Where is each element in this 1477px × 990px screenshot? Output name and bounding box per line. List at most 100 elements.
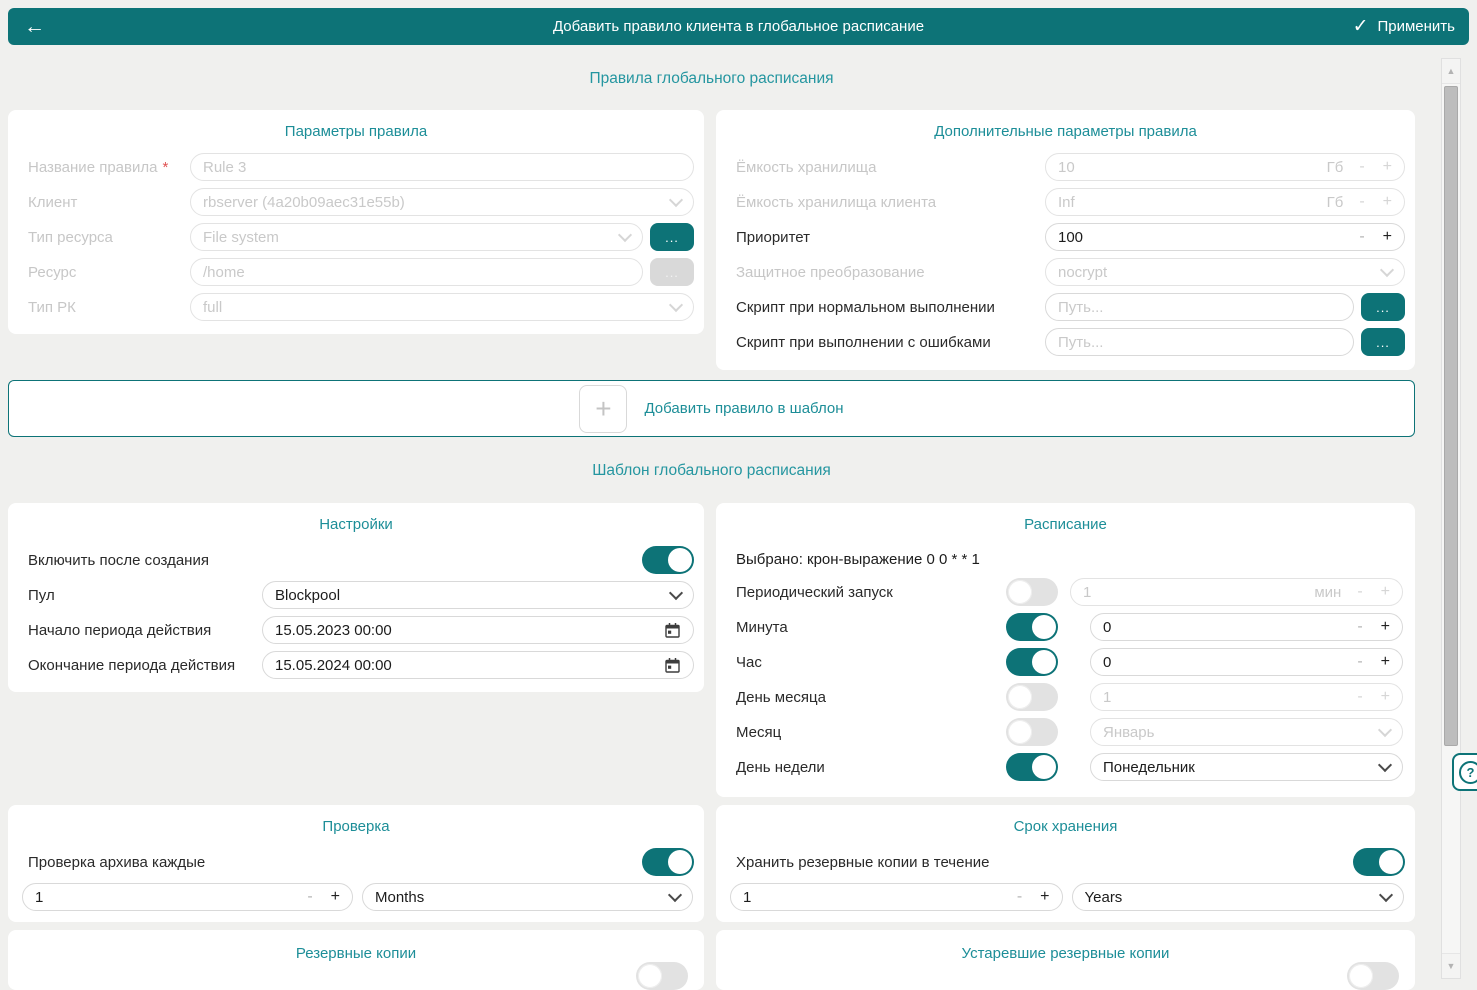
priority-spinner[interactable]: 100 - + — [1045, 223, 1405, 251]
periodic-row: Периодический запуск 1 мин - + — [736, 578, 1403, 606]
add-rule-to-template-label: Добавить правило в шаблон — [644, 400, 843, 417]
rules-section-heading: Правила глобального расписания — [8, 70, 1415, 88]
script-normal-row: Скрипт при нормальном выполнении Путь...… — [736, 293, 1405, 321]
capacity-spinner: 10 Гб - + — [1045, 153, 1405, 181]
plus-icon[interactable]: + — [1381, 653, 1390, 671]
schedule-panel: Расписание Выбрано: крон-выражение 0 0 *… — [716, 503, 1415, 797]
pool-select[interactable]: Blockpool — [262, 581, 694, 609]
retention-interval-spinner[interactable]: 1 - + — [730, 883, 1063, 911]
retention-title: Срок хранения — [716, 805, 1415, 836]
check-icon: ✓ — [1353, 17, 1369, 36]
period-start-label: Начало периода действия — [28, 622, 262, 639]
minus-icon[interactable]: - — [1357, 653, 1362, 671]
period-end-label: Окончание периода действия — [28, 657, 262, 674]
script-error-input[interactable]: Путь... — [1045, 328, 1354, 356]
backup-type-select: full — [190, 293, 694, 321]
script-error-label: Скрипт при выполнении с ошибками — [736, 334, 1045, 351]
calendar-icon[interactable] — [664, 657, 681, 674]
client-select: rbserver (4a20b09aec31e55b) — [190, 188, 694, 216]
check-toggle-label: Проверка архива каждые — [28, 854, 642, 871]
plus-icon[interactable]: + — [579, 385, 627, 433]
enable-after-label: Включить после создания — [28, 552, 642, 569]
apply-button[interactable]: ✓ Применить — [1353, 17, 1455, 36]
check-interval-unit-select[interactable]: Months — [362, 883, 693, 911]
script-normal-input[interactable]: Путь... — [1045, 293, 1354, 321]
rule-params-panel: Параметры правила Название правила* Rule… — [8, 110, 704, 334]
hour-spinner[interactable]: 0 - + — [1090, 648, 1403, 676]
vertical-scrollbar[interactable]: ▲ ▼ — [1441, 58, 1461, 979]
retention-interval-row: 1 - + Years — [730, 883, 1404, 911]
minus-icon: - — [1359, 158, 1364, 176]
backup-type-row: Тип РК full — [28, 293, 694, 321]
minute-toggle[interactable] — [1006, 613, 1058, 641]
scrollbar-up-arrow-icon[interactable]: ▲ — [1442, 59, 1460, 84]
client-row: Клиент rbserver (4a20b09aec31e55b) — [28, 188, 694, 216]
chevron-down-icon — [669, 192, 683, 206]
period-end-input[interactable]: 15.05.2024 00:00 — [262, 651, 694, 679]
month-label: Месяц — [736, 724, 1006, 741]
hour-row: Час 0 - + — [736, 648, 1403, 676]
periodic-toggle[interactable] — [1006, 578, 1058, 606]
scrollbar-thumb[interactable] — [1444, 86, 1458, 746]
plus-icon[interactable]: + — [331, 888, 340, 906]
cron-expression-text: Выбрано: крон-выражение 0 0 * * 1 — [736, 551, 1415, 571]
day-of-month-row: День месяца 1 - + — [736, 683, 1403, 711]
top-bar: ← Добавить правило клиента в глобальное … — [8, 8, 1469, 45]
script-normal-browse-button[interactable]: ... — [1361, 293, 1405, 321]
plus-icon: + — [1381, 688, 1390, 706]
retention-toggle[interactable] — [1353, 848, 1405, 876]
retention-interval-unit-select[interactable]: Years — [1072, 883, 1405, 911]
calendar-icon[interactable] — [664, 622, 681, 639]
enable-after-toggle[interactable] — [642, 546, 694, 574]
settings-title: Настройки — [8, 503, 704, 534]
transform-select: nocrypt — [1045, 258, 1405, 286]
plus-icon[interactable]: + — [1040, 888, 1049, 906]
rule-params-title: Параметры правила — [8, 110, 704, 141]
minus-icon[interactable]: - — [1359, 228, 1364, 246]
period-start-input[interactable]: 15.05.2023 00:00 — [262, 616, 694, 644]
check-interval-spinner[interactable]: 1 - + — [22, 883, 353, 911]
rule-name-row: Название правила* Rule 3 — [28, 153, 694, 181]
periodic-spinner: 1 мин - + — [1070, 578, 1403, 606]
schedule-title: Расписание — [716, 503, 1415, 534]
minus-icon: - — [1357, 583, 1362, 601]
retention-toggle-label: Хранить резервные копии в течение — [736, 854, 1353, 871]
minus-icon[interactable]: - — [307, 888, 312, 906]
day-of-week-label: День недели — [736, 759, 1006, 776]
template-section-heading: Шаблон глобального расписания — [8, 462, 1415, 480]
script-error-browse-button[interactable]: ... — [1361, 328, 1405, 356]
resource-input: /home — [190, 258, 643, 286]
help-button[interactable]: ? — [1452, 753, 1477, 791]
obsolete-backups-toggle[interactable] — [1347, 962, 1399, 990]
extra-params-title: Дополнительные параметры правила — [716, 110, 1415, 141]
script-normal-label: Скрипт при нормальном выполнении — [736, 299, 1045, 316]
period-start-row: Начало периода действия 15.05.2023 00:00 — [28, 616, 694, 644]
day-of-week-toggle[interactable] — [1006, 753, 1058, 781]
obsolete-backups-title: Устаревшие резервные копии — [716, 930, 1415, 963]
month-toggle[interactable] — [1006, 718, 1058, 746]
day-of-month-label: День месяца — [736, 689, 1006, 706]
day-of-week-row: День недели Понедельник — [736, 753, 1403, 781]
question-mark-icon: ? — [1459, 761, 1477, 784]
add-rule-to-template-button[interactable]: + Добавить правило в шаблон — [8, 380, 1415, 437]
minus-icon[interactable]: - — [1357, 618, 1362, 636]
enable-after-row: Включить после создания — [28, 546, 694, 574]
day-of-month-toggle[interactable] — [1006, 683, 1058, 711]
hour-toggle[interactable] — [1006, 648, 1058, 676]
rule-name-label: Название правила* — [28, 159, 190, 176]
backups-toggle[interactable] — [636, 962, 688, 990]
day-of-week-select[interactable]: Понедельник — [1090, 753, 1403, 781]
client-capacity-row: Ёмкость хранилища клиента Inf Гб - + — [736, 188, 1405, 216]
plus-icon[interactable]: + — [1383, 228, 1392, 246]
minus-icon[interactable]: - — [1017, 888, 1022, 906]
periodic-label: Периодический запуск — [736, 584, 1006, 601]
rule-name-input: Rule 3 — [190, 153, 694, 181]
resource-type-more-button[interactable]: ... — [650, 223, 694, 251]
check-interval-row: 1 - + Months — [22, 883, 693, 911]
minute-spinner[interactable]: 0 - + — [1090, 613, 1403, 641]
client-capacity-label: Ёмкость хранилища клиента — [736, 194, 1045, 211]
check-toggle[interactable] — [642, 848, 694, 876]
chevron-down-icon — [669, 585, 683, 599]
scrollbar-down-arrow-icon[interactable]: ▼ — [1442, 953, 1460, 978]
plus-icon[interactable]: + — [1381, 618, 1390, 636]
